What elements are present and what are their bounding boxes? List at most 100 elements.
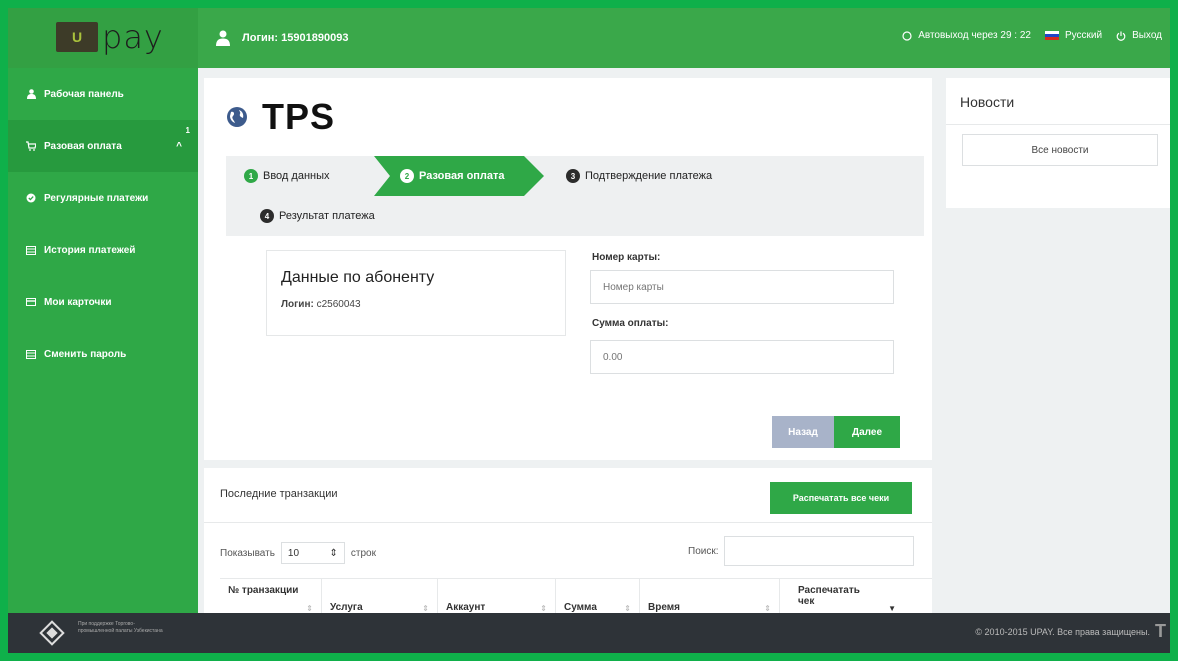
search-label: Поиск: [688,546,719,557]
auto-logout-text: Автовыход через 29 : 22 [918,30,1031,41]
step-number: 3 [566,169,580,183]
language-label: Русский [1064,30,1103,41]
divider [946,124,1170,125]
card-number-label: Номер карты: [592,252,661,263]
step-4[interactable]: 4 Результат платежа [260,209,375,223]
step-label: Результат платежа [279,210,375,222]
sort-icon: ⇕ [540,604,547,613]
step-number: 4 [260,209,274,223]
print-all-button[interactable]: Распечатать все чеки [770,482,912,514]
globe-icon [227,107,247,127]
auto-logout: Автовыход через 29 : 22 [902,30,1031,41]
step-1[interactable]: 1 Ввод данных [244,169,330,183]
step-number: 2 [400,169,414,183]
sidebar-item-label: История платежей [44,244,136,256]
step-label: Подтверждение платежа [585,170,713,182]
cart-icon [26,141,36,151]
footer-support-text: При поддержке Торгово-промышленной палат… [78,621,163,634]
amount-label: Сумма оплаты: [592,318,669,329]
power-icon [1116,31,1126,41]
sidebar-item-label: Регулярные платежи [44,192,149,204]
copyright: © 2010-2015 UPAY. Все права защищены. [975,627,1150,637]
user-icon [216,30,230,46]
table-header: № транзакции ⇕ Услуга ⇕ Аккаунт ⇕ Сумма … [220,578,932,619]
step-3[interactable]: 3 Подтверждение платежа [566,169,712,183]
logo-text: pay [102,18,164,56]
table-icon [26,245,36,255]
header-right: Автовыход через 29 : 22 Русский Выход [902,30,1162,41]
sort-updown-icon: ⇕ [329,547,338,559]
sort-icon: ⇕ [624,604,631,613]
russia-flag-icon [1044,31,1059,40]
chevron-up-icon: ^ [176,140,182,152]
column-label: Распечатать чек [798,585,860,607]
sidebar-item-single-payment[interactable]: Разовая оплата 1 ^ [8,120,198,172]
sidebar-item-label: Мои карточки [44,296,112,308]
back-button[interactable]: Назад [772,416,834,448]
next-button[interactable]: Далее [834,416,900,448]
logo[interactable]: U pay [56,18,164,56]
step-number: 1 [244,169,258,183]
footer: При поддержке Торгово-промышленной палат… [8,613,1170,653]
column-label: Сумма [564,602,597,613]
column-label: Аккаунт [446,602,486,613]
step-label: Ввод данных [263,170,330,182]
search-input[interactable] [724,536,914,566]
page-title: TPS [226,96,335,138]
show-label: Показывать [220,547,275,559]
sort-icon: ⇕ [764,604,771,613]
logout-label: Выход [1132,30,1162,41]
language-selector[interactable]: Русский [1044,30,1103,41]
sidebar: Рабочая панель Разовая оплата 1 ^ Регуля… [8,68,198,613]
page-length-select[interactable]: 10 ⇕ [280,542,345,564]
sort-desc-icon: ▼ [888,604,896,613]
column-label: № транзакции [228,585,299,596]
subscriber-title: Данные по абоненту [281,269,435,286]
logo-area: U pay [8,8,198,68]
sidebar-item-dashboard[interactable]: Рабочая панель [8,68,198,120]
subscriber-card: Данные по абоненту Логин: c2560043 [266,250,566,336]
column-label: Услуга [330,602,363,613]
page-title-text: TPS [262,96,336,137]
user-login-label: Логин: 15901890093 [242,32,349,44]
top-bar: U pay Логин: 15901890093 Автовыход через… [8,8,1170,68]
divider [204,522,932,523]
news-title: Новости [960,94,1015,110]
sidebar-item-label: Разовая оплата [44,140,122,152]
all-news-button[interactable]: Все новости [962,134,1158,166]
user-info: Логин: 15901890093 [216,30,348,46]
check-circle-icon [26,193,36,203]
sidebar-item-regular-payments[interactable]: Регулярные платежи [8,172,198,224]
news-panel: Новости Все новости [946,78,1170,208]
sort-icon: ⇕ [422,604,429,613]
card-icon [26,297,36,307]
page-length-control: Показывать 10 ⇕ строк [220,542,376,564]
sidebar-item-payment-history[interactable]: История платежей [8,224,198,276]
subscriber-login: Логин: c2560043 [281,299,361,310]
clock-icon [902,30,912,41]
user-icon [26,89,36,99]
sidebar-item-label: Рабочая панель [44,88,124,100]
table-icon [26,349,36,359]
step-2[interactable]: 2 Разовая оплата [400,169,505,183]
rows-label: строк [350,547,376,559]
step-label: Разовая оплата [419,170,505,182]
transactions-panel: Последние транзакции Распечатать все чек… [204,468,932,619]
sidebar-item-label: Сменить пароль [44,348,127,360]
logo-mark: U [56,22,98,52]
footer-t-mark: T [1155,621,1166,641]
logout-button[interactable]: Выход [1116,30,1162,41]
transactions-title: Последние транзакции [220,488,338,500]
sidebar-item-my-cards[interactable]: Мои карточки [8,276,198,328]
sort-icon: ⇕ [306,604,313,613]
payment-panel: TPS 1 Ввод данных 2 Разовая оплата 3 Под… [204,78,932,460]
chamber-logo-icon [39,620,65,646]
amount-input[interactable] [590,340,894,374]
page-length-value: 10 [287,547,300,559]
sidebar-badge: 1 [185,126,190,135]
card-number-input[interactable] [590,270,894,304]
app-frame: U pay Логин: 15901890093 Автовыход через… [8,8,1170,653]
login-label: Логин: [281,299,314,310]
steps-wizard: 1 Ввод данных 2 Разовая оплата 3 Подтвер… [226,156,924,236]
sidebar-item-change-password[interactable]: Сменить пароль [8,328,198,380]
